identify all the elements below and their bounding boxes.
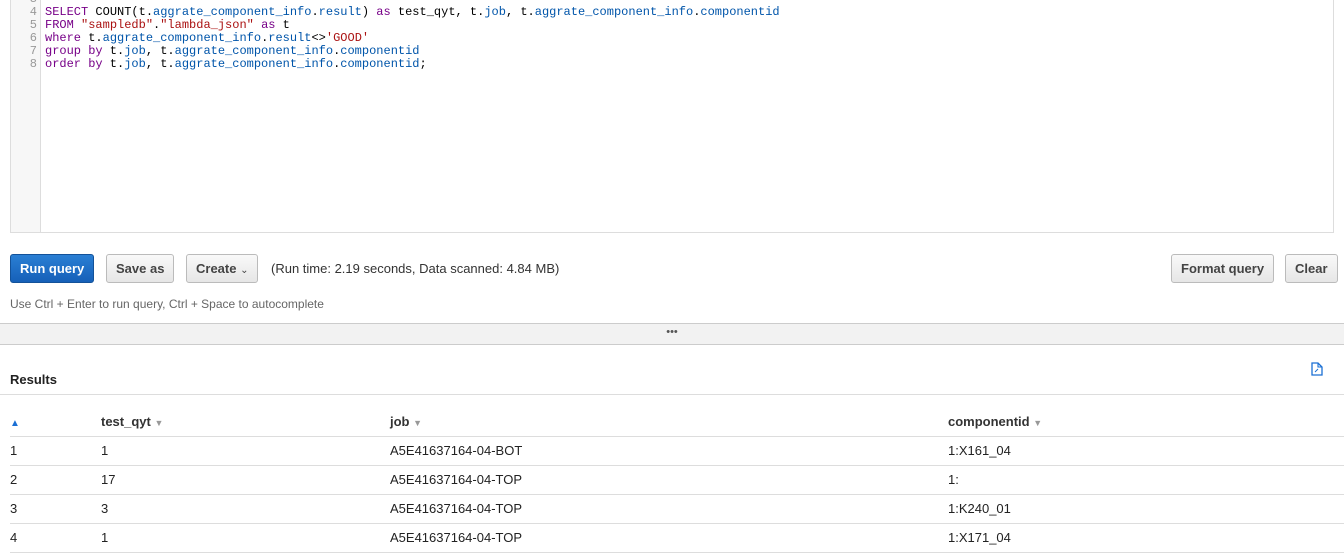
table-cell: A5E41637164-04-BOT xyxy=(390,436,948,466)
table-cell: 1 xyxy=(101,436,390,466)
table-row: 2 17 A5E41637164-04-TOP 1: xyxy=(10,465,1344,495)
code-token: t. xyxy=(102,57,125,71)
code-token: aggrate_component_info xyxy=(174,44,334,58)
results-table: ▲ test_qyt ▼ job ▼ componentid ▼ 1 1 A5E41… xyxy=(10,407,1344,553)
code-token: ; xyxy=(419,57,427,71)
query-editor[interactable]: 34SELECT COUNT(t.aggrate_component_info.… xyxy=(10,0,1334,233)
code-token: aggrate_component_info xyxy=(102,31,262,45)
table-cell: A5E41637164-04-TOP xyxy=(390,494,948,524)
code-token: t. xyxy=(102,44,125,58)
line-number: 8 xyxy=(29,57,37,71)
table-cell: 3 xyxy=(101,494,390,524)
run-query-button[interactable]: Run query xyxy=(10,254,95,283)
table-cell: 1:X171_04 xyxy=(948,523,1344,553)
save-as-button[interactable]: Save as xyxy=(106,254,175,283)
table-cell: A5E41637164-04-TOP xyxy=(390,523,948,553)
format-query-button[interactable]: Format query xyxy=(1171,254,1275,283)
code-token: <> xyxy=(311,31,326,45)
create-label: Create xyxy=(196,261,237,276)
table-cell: 1 xyxy=(10,436,101,466)
run-status: (Run time: 2.19 seconds, Data scanned: 4… xyxy=(271,261,560,276)
table-cell: 4 xyxy=(10,523,101,553)
resize-handle[interactable]: ••• xyxy=(0,323,1344,345)
shortcut-hint: Use Ctrl + Enter to run query, Ctrl + Sp… xyxy=(10,297,324,311)
code-token: componentid xyxy=(700,5,780,19)
column-header-test-qyt[interactable]: test_qyt ▼ xyxy=(101,407,390,437)
code-token: group by xyxy=(45,44,103,58)
code-token: as xyxy=(261,18,276,32)
column-header-componentid[interactable]: componentid ▼ xyxy=(948,407,1344,437)
table-cell: 2 xyxy=(10,465,101,495)
table-cell: 17 xyxy=(101,465,390,495)
code-token: "lambda_json" xyxy=(160,18,254,32)
code-token: test_qyt, t. xyxy=(390,5,485,19)
code-token: result xyxy=(318,5,362,19)
results-title: Results xyxy=(10,372,57,387)
code-line[interactable]: 8 order by t.job, t.aggrate_component_inf… xyxy=(11,57,427,71)
code-token: SELECT xyxy=(45,5,89,19)
code-token: aggrate_component_info xyxy=(153,5,312,19)
sort-row-number[interactable]: ▲ xyxy=(10,407,101,437)
code-token: t xyxy=(275,18,290,32)
code-token: where xyxy=(45,31,82,45)
table-row: 3 3 A5E41637164-04-TOP 1:K240_01 xyxy=(10,494,1344,524)
column-label: componentid xyxy=(948,413,1030,429)
code-token: , t. xyxy=(145,44,175,58)
caret-down-icon[interactable]: ▼ xyxy=(413,418,422,428)
chevron-down-icon: ⌄ xyxy=(240,265,249,276)
code-token: 'GOOD' xyxy=(325,31,370,45)
table-cell: 1: xyxy=(948,465,1344,495)
code-token: job xyxy=(124,44,146,58)
column-label: job xyxy=(390,413,410,429)
clear-button[interactable]: Clear xyxy=(1285,254,1338,283)
code-token: , t. xyxy=(145,57,175,71)
code-token: t. xyxy=(81,31,103,45)
column-header-job[interactable]: job ▼ xyxy=(390,407,948,437)
code-token: as xyxy=(376,5,391,19)
code-token: componentid xyxy=(340,57,420,71)
code-token: job xyxy=(484,5,506,19)
sort-asc-icon[interactable]: ▲ xyxy=(10,418,20,429)
code-token: result xyxy=(268,31,312,45)
table-row: 1 1 A5E41637164-04-BOT 1:X161_04 xyxy=(10,436,1344,466)
code-token: FROM xyxy=(45,18,74,32)
code-token: componentid xyxy=(340,44,420,58)
code-token: . xyxy=(311,5,319,19)
table-cell: 1:X161_04 xyxy=(948,436,1344,466)
code-token: "sampledb" xyxy=(81,18,154,32)
table-cell: A5E41637164-04-TOP xyxy=(390,465,948,495)
table-cell: 3 xyxy=(10,494,101,524)
file-export-icon[interactable] xyxy=(1311,362,1323,379)
table-cell: 1 xyxy=(101,523,390,553)
code-token: COUNT(t. xyxy=(88,5,154,19)
caret-down-icon[interactable]: ▼ xyxy=(154,418,163,428)
code-token: aggrate_component_info xyxy=(174,57,334,71)
caret-down-icon[interactable]: ▼ xyxy=(1033,418,1042,428)
divider xyxy=(0,394,1344,395)
code-token: order by xyxy=(45,57,103,71)
column-label: test_qyt xyxy=(101,413,151,429)
create-button[interactable]: Create ⌄ xyxy=(186,254,259,283)
table-cell: 1:K240_01 xyxy=(948,494,1344,524)
code-text: order by t.job, t.aggrate_component_info… xyxy=(45,58,427,71)
code-token: job xyxy=(124,57,146,71)
code-token: ) xyxy=(361,5,377,19)
code-token: aggrate_component_info xyxy=(534,5,694,19)
code-token: , t. xyxy=(505,5,535,19)
table-row: 4 1 A5E41637164-04-TOP 1:X171_04 xyxy=(10,523,1344,553)
